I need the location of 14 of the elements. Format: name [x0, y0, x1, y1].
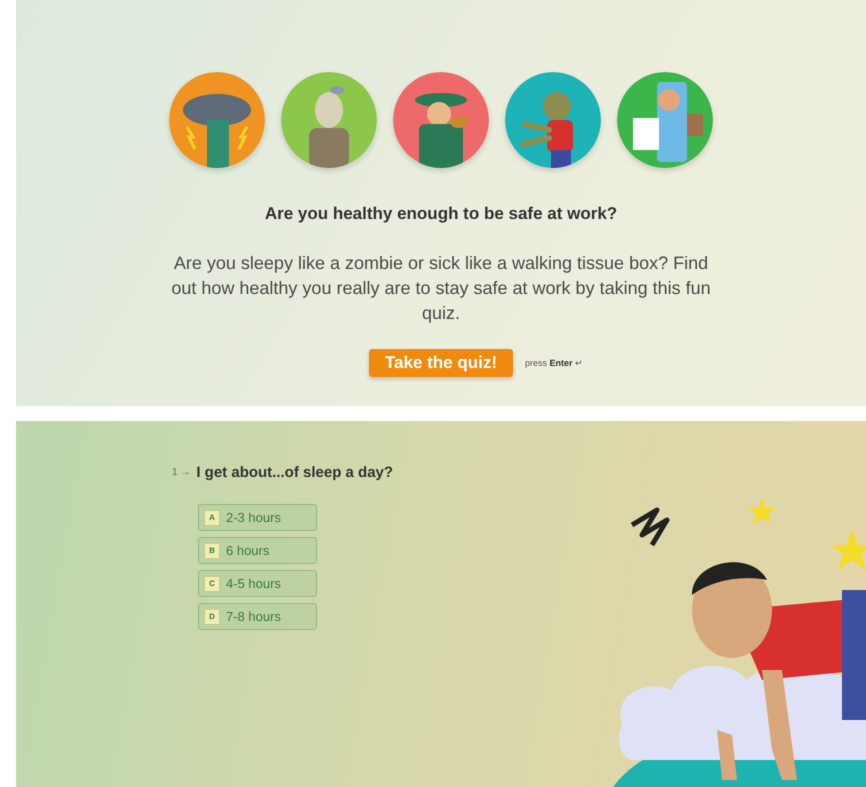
question-text: I get about...of sleep a day?	[196, 464, 394, 481]
answer-option[interactable]: D 7-8 hours	[198, 603, 317, 630]
enter-hint: press Enter ↵	[525, 358, 584, 368]
quiz-description: Are you sleepy like a zombie or sick like a walking tissue box? Find out how healthy you really are to stay safe at work by taking this fun quiz.	[171, 252, 711, 325]
key-hint: B	[204, 542, 220, 558]
question-number: 1 →	[172, 467, 190, 478]
key-hint: D	[204, 608, 220, 624]
key-hint: A	[204, 510, 220, 526]
answer-option[interactable]: A 2-3 hours	[198, 504, 317, 531]
quiz-title: Are you healthy enough to be safe at work?	[264, 204, 618, 224]
answer-option[interactable]: B 6 hours	[198, 537, 317, 564]
key-hint: C	[204, 576, 220, 592]
take-quiz-button[interactable]: Take the quiz!	[368, 349, 514, 377]
answer-option[interactable]: C 4-5 hours	[198, 570, 317, 597]
